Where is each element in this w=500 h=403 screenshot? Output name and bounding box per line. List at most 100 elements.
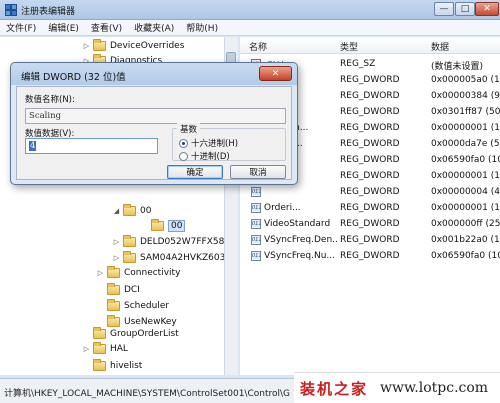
expand-arrow-icon[interactable]: ▷ bbox=[82, 345, 91, 353]
value-row[interactable]: 011 Orderi... REG_DWORD 0x00000001 (1 bbox=[240, 200, 500, 216]
dword-value-icon: 011 bbox=[251, 203, 261, 213]
value-type: REG_DWORD bbox=[340, 187, 400, 197]
dialog-close-button[interactable]: ✕ bbox=[259, 66, 292, 81]
dialog-body: 数值名称(N): Scaling 数值数据(V): 4 基数 十六进制(H) 十… bbox=[16, 86, 292, 180]
value-row[interactable]: 011 REG_DWORD 0x00000004 (4 bbox=[240, 184, 500, 200]
menu-file[interactable]: 文件(F) bbox=[0, 21, 42, 34]
folder-icon bbox=[93, 38, 106, 51]
ok-button[interactable]: 确定 bbox=[167, 165, 223, 179]
dword-value-icon: 011 bbox=[251, 251, 261, 261]
column-header-type[interactable]: 类型 bbox=[340, 40, 358, 53]
value-data: 0x06590fa0 (10 bbox=[431, 155, 500, 165]
value-data: 0x000005a0 (1 bbox=[431, 75, 500, 85]
value-data: 0x00000004 (4 bbox=[431, 187, 500, 197]
value-data: (数值未设置) bbox=[431, 62, 484, 72]
tree-item-label: hivelist bbox=[110, 360, 143, 371]
dword-value-icon: 011 bbox=[251, 187, 261, 197]
value-name-field: Scaling bbox=[25, 108, 286, 124]
tree-item-label: DCI bbox=[124, 284, 140, 295]
folder-icon bbox=[93, 358, 106, 371]
value-name-label: 数值名称(N): bbox=[25, 95, 75, 105]
expand-arrow-icon[interactable]: ▷ bbox=[112, 254, 121, 262]
dword-value-icon: 011 bbox=[251, 235, 261, 245]
tree-item-label: Scheduler bbox=[124, 300, 170, 311]
value-type: REG_DWORD bbox=[340, 91, 400, 101]
value-type: REG_DWORD bbox=[340, 235, 400, 245]
tree-item-selected[interactable]: 00 bbox=[140, 217, 186, 234]
expand-arrow-icon[interactable]: ▷ bbox=[96, 269, 105, 277]
value-type: REG_DWORD bbox=[340, 155, 400, 165]
tree-item[interactable]: ▷ DELD052W7FFX58R3 bbox=[112, 233, 236, 250]
radio-decimal[interactable]: 十进制(D) bbox=[179, 150, 230, 162]
tree-item-label: DeviceOverrides bbox=[110, 40, 185, 51]
column-header-name[interactable]: 名称 bbox=[249, 40, 267, 53]
value-type: REG_DWORD bbox=[340, 219, 400, 229]
value-type: REG_DWORD bbox=[340, 75, 400, 85]
value-data: 0x00000384 (9 bbox=[431, 91, 500, 101]
value-data: 0x0301ff87 (50 bbox=[431, 107, 500, 117]
tree-item-label: 00 bbox=[140, 205, 152, 216]
current-key-path: 计算机\HKEY_LOCAL_MACHINE\SYSTEM\ControlSet… bbox=[4, 389, 291, 399]
window-titlebar: 注册表编辑器 — □ ✕ bbox=[0, 0, 500, 20]
menu-help[interactable]: 帮助(H) bbox=[180, 21, 224, 34]
value-row[interactable]: 011 VideoStandard REG_DWORD 0x000000ff (… bbox=[240, 216, 500, 232]
folder-icon bbox=[123, 234, 136, 247]
value-type: REG_DWORD bbox=[340, 123, 400, 133]
value-data-text: 4 bbox=[29, 141, 37, 151]
menu-view[interactable]: 查看(V) bbox=[85, 21, 128, 34]
value-row[interactable]: 011 VSyncFreq.Den... REG_DWORD 0x001b22a… bbox=[240, 232, 500, 248]
menu-edit[interactable]: 编辑(E) bbox=[42, 21, 85, 34]
minimize-icon: — bbox=[439, 4, 449, 14]
watermark-url: www.lotpc.com bbox=[380, 380, 489, 396]
radio-selected-icon[interactable] bbox=[179, 138, 188, 148]
radio-decimal-label: 十进制(D) bbox=[191, 152, 230, 162]
values-list-header: 名称 类型 数据 bbox=[240, 37, 500, 54]
tree-item[interactable]: ▷ HAL bbox=[82, 340, 128, 357]
value-type: REG_DWORD bbox=[340, 139, 400, 149]
value-type: REG_DWORD bbox=[340, 107, 400, 117]
value-type: REG_DWORD bbox=[340, 251, 400, 261]
maximize-button[interactable]: □ bbox=[455, 2, 475, 16]
watermark-brand: 装机之家 bbox=[300, 379, 369, 398]
radio-hexadecimal[interactable]: 十六进制(H) bbox=[179, 137, 238, 149]
dialog-titlebar[interactable]: 编辑 DWORD (32 位)值 ✕ bbox=[11, 63, 297, 85]
close-icon: ✕ bbox=[483, 4, 491, 14]
tree-item-label: DELD052W7FFX58R3 bbox=[140, 236, 237, 247]
folder-icon bbox=[107, 265, 120, 278]
value-type: REG_DWORD bbox=[340, 203, 400, 213]
menu-favorites[interactable]: 收藏夹(A) bbox=[128, 21, 180, 34]
tree-item[interactable]: ▷ Connectivity bbox=[96, 264, 180, 281]
tree-item-label: 00 bbox=[168, 219, 186, 232]
collapse-arrow-icon[interactable]: ◢ bbox=[112, 207, 121, 215]
folder-icon bbox=[151, 218, 164, 231]
column-header-data[interactable]: 数据 bbox=[431, 40, 449, 53]
maximize-icon: □ bbox=[460, 4, 470, 14]
value-data: 0x00000001 (1 bbox=[431, 203, 500, 213]
dword-value-icon: 011 bbox=[251, 219, 261, 229]
cancel-button[interactable]: 取消 bbox=[230, 165, 286, 179]
close-icon: ✕ bbox=[271, 68, 280, 79]
value-data: 0x00000001 (1 bbox=[431, 123, 500, 133]
value-name: Orderi... bbox=[264, 203, 301, 213]
value-row[interactable]: 011 VSyncFreq.Nu... REG_DWORD 0x06590fa0… bbox=[240, 248, 500, 264]
radio-unselected-icon[interactable] bbox=[179, 151, 188, 161]
value-data-input[interactable]: 4 bbox=[25, 138, 158, 154]
window-title: 注册表编辑器 bbox=[21, 7, 76, 17]
value-name: VideoStandard bbox=[264, 219, 331, 229]
expand-arrow-icon[interactable]: ▷ bbox=[82, 42, 91, 50]
expand-arrow-icon[interactable]: ▷ bbox=[112, 238, 121, 246]
value-data: 0x001b22a0 (1 bbox=[431, 235, 500, 245]
value-name: VSyncFreq.Nu... bbox=[264, 251, 336, 261]
close-window-button[interactable]: ✕ bbox=[475, 2, 499, 16]
folder-icon bbox=[93, 341, 106, 354]
tree-item[interactable]: Scheduler bbox=[96, 297, 169, 314]
value-name: VSyncFreq.Den... bbox=[264, 235, 338, 245]
menu-bar: 文件(F) 编辑(E) 查看(V) 收藏夹(A) 帮助(H) bbox=[0, 20, 500, 36]
tree-item-label: HAL bbox=[110, 343, 128, 354]
tree-item[interactable]: DCI bbox=[96, 281, 140, 298]
tree-item[interactable]: hivelist bbox=[82, 357, 142, 374]
minimize-button[interactable]: — bbox=[434, 2, 454, 16]
folder-icon bbox=[107, 298, 120, 311]
value-data: 0x06590fa0 (10 bbox=[431, 251, 500, 261]
value-type: REG_DWORD bbox=[340, 171, 400, 181]
